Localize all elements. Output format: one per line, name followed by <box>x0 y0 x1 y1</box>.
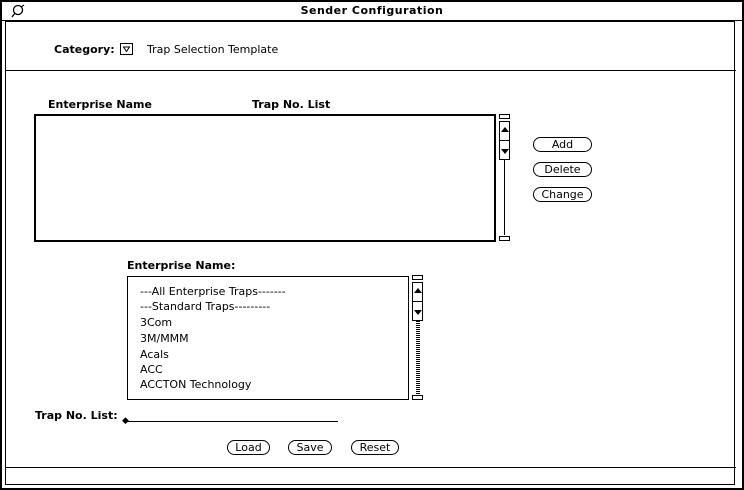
add-button[interactable]: Add <box>533 137 592 152</box>
reset-button[interactable]: Reset <box>351 440 399 455</box>
save-button[interactable]: Save <box>288 440 332 455</box>
category-divider <box>5 70 736 71</box>
list-item[interactable]: ACC <box>140 363 163 376</box>
scrollbar-elevator[interactable] <box>499 121 510 160</box>
scrollbar-bottom-cap[interactable] <box>412 395 423 400</box>
trap-template-list[interactable] <box>34 114 496 242</box>
category-value: Trap Selection Template <box>147 43 279 56</box>
enterprise-name-label: Enterprise Name: <box>127 259 236 272</box>
footer-divider <box>5 467 736 468</box>
scroll-down-arrow-icon[interactable] <box>501 146 509 158</box>
scrollbar-top-cap[interactable] <box>499 114 510 119</box>
list-item[interactable]: Acals <box>140 348 169 361</box>
scrollbar-elevator[interactable] <box>412 282 423 321</box>
trap-no-list-label: Trap No. List: <box>35 409 118 422</box>
change-button[interactable]: Change <box>533 187 592 202</box>
scroll-up-arrow-icon[interactable] <box>501 123 509 135</box>
trap-no-list-input[interactable] <box>130 409 336 421</box>
delete-button[interactable]: Delete <box>533 162 592 177</box>
column-header-trap-no-list: Trap No. List <box>252 98 331 111</box>
title-bar[interactable]: Sender Configuration <box>2 2 742 21</box>
list-item[interactable]: 3M/MMM <box>140 332 189 345</box>
scrollbar-track[interactable] <box>416 321 420 394</box>
list-item[interactable]: ---All Enterprise Traps------- <box>140 285 286 298</box>
menu-triangle-icon <box>122 46 131 53</box>
list-item[interactable]: ---Standard Traps--------- <box>140 300 270 313</box>
scroll-up-arrow-icon[interactable] <box>414 284 422 296</box>
window-title: Sender Configuration <box>300 4 444 17</box>
enterprise-name-list[interactable]: ---All Enterprise Traps------- ---Standa… <box>127 276 409 400</box>
scrollbar-bottom-cap[interactable] <box>499 236 510 241</box>
scroll-down-arrow-icon[interactable] <box>414 307 422 319</box>
list-item[interactable]: 3Com <box>140 316 172 329</box>
scrollbar-track[interactable] <box>504 160 505 235</box>
trap-no-list-underline <box>125 421 338 422</box>
category-menu-button[interactable] <box>120 43 133 55</box>
column-header-enterprise-name: Enterprise Name <box>48 98 152 111</box>
list-item[interactable]: ACCTON Technology <box>140 378 251 391</box>
scrollbar-top-cap[interactable] <box>412 275 423 280</box>
load-button[interactable]: Load <box>227 440 270 455</box>
category-label: Category: <box>54 43 115 56</box>
